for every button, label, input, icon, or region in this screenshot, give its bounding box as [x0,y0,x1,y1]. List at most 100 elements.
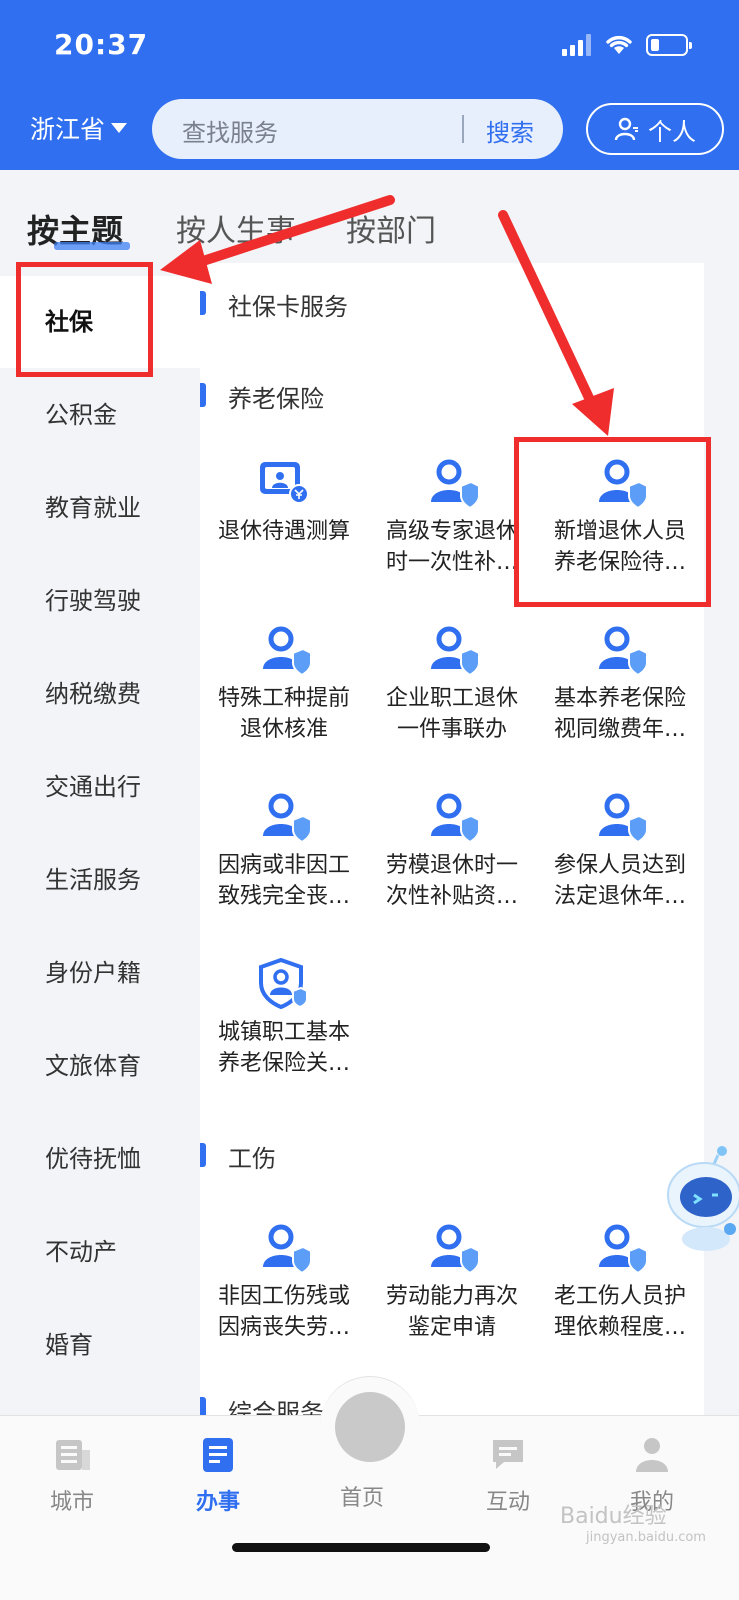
nav-item-home[interactable]: 首页 [312,1474,412,1512]
service-name-line2: 养老保险关… [217,1051,350,1076]
sidebar-item-veterans[interactable]: 优待抚恤 [0,1113,200,1205]
document-icon [203,1438,233,1472]
service-name-line2: 次性补贴资… [385,884,518,909]
service-name-line1: 企业职工退休 [385,686,518,711]
service-name-line1: 非因工伤残或 [217,1284,350,1309]
nav-item-interaction[interactable]: 互动 [458,1434,558,1516]
nav-item-city[interactable]: 城市 [22,1434,122,1516]
status-time: 20:37 [54,28,149,61]
person-shield-icon [431,1224,479,1275]
section-title-card-services[interactable]: 社保卡服务 [200,287,348,322]
sidebar-item-culture-sports[interactable]: 文旅体育 [0,1020,200,1112]
service-panel: 社保卡服务 养老保险 退休待遇测算 高级专家退休 时一次性补… 新增退休人员 养… [200,263,704,1415]
nav-label-city: 城市 [49,1490,94,1515]
service-senior-expert-subsidy[interactable]: 高级专家退休 时一次性补… [368,456,536,578]
section-title-comprehensive: 综合服务 [200,1393,324,1415]
person-shield-icon [263,1224,311,1275]
wifi-icon [606,35,632,54]
highlight-box-social-security [16,262,153,377]
service-enterprise-retirement[interactable]: 企业职工退休 一件事联办 [368,623,536,745]
sidebar-item-driving[interactable]: 行驶驾驶 [0,555,200,647]
calculator-icon [260,462,309,504]
active-tab-indicator [54,242,130,250]
service-name-line2: 退休核准 [239,717,328,742]
service-name-line2: 时一次性补… [385,550,518,575]
service-name-line2: 法定退休年… [553,884,686,909]
home-button-base [320,1376,420,1476]
service-name-line2: 一件事联办 [396,717,507,742]
sidebar-item-education[interactable]: 教育就业 [0,462,200,554]
nav-item-affairs[interactable]: 办事 [168,1434,268,1516]
service-statutory-retirement-age[interactable]: 参保人员达到 法定退休年… [536,790,704,912]
personal-button[interactable]: 个人 [586,103,724,155]
service-name-line1: 基本养老保险 [553,686,686,711]
section-title-work-injury: 工伤 [200,1139,276,1174]
caret-down-icon [111,123,128,133]
person-shield-icon [599,793,647,844]
service-urban-pension-transfer[interactable]: 城镇职工基本 养老保险关… [200,957,368,1079]
province-label: 浙江省 [30,115,106,144]
highlight-box-new-retiree [514,437,711,607]
sidebar: 社保 公积金 教育就业 行驶驾驶 纳税缴费 交通出行 生活服务 身份户籍 文旅体… [0,263,200,1415]
person-shield-icon [431,793,479,844]
service-name-line1: 城镇职工基本 [217,1020,350,1045]
service-work-capacity-reassessment[interactable]: 劳动能力再次 鉴定申请 [368,1221,536,1343]
service-name-line1: 劳动能力再次 [385,1284,518,1309]
chat-icon [493,1440,523,1469]
signal-icon [562,34,592,56]
sidebar-item-transport[interactable]: 交通出行 [0,741,200,833]
sidebar-item-housing-fund[interactable]: 公积金 [0,369,200,461]
home-logo-icon[interactable] [335,1392,405,1462]
sidebar-item-real-estate[interactable]: 不动产 [0,1206,200,1298]
user-switch-icon [614,117,638,141]
service-special-early-retirement[interactable]: 特殊工种提前 退休核准 [200,623,368,745]
service-name-line1: 老工伤人员护 [553,1284,686,1309]
app-header: 20:37 浙江省 查找服务 搜索 个人 [0,0,739,170]
nav-label-interaction: 互动 [485,1490,530,1515]
watermark-url: jingyan.baidu.com [586,1530,706,1545]
service-name-line2: 因病丧失劳… [217,1315,350,1340]
home-indicator [232,1543,490,1552]
search-button[interactable]: 搜索 [486,113,534,148]
service-name-line1: 因病或非因工 [217,853,350,878]
tab-by-department[interactable]: 按部门 [346,206,436,250]
person-shield-icon [599,1224,647,1275]
service-non-work-disability[interactable]: 非因工伤残或 因病丧失劳… [200,1221,368,1343]
service-name-line1: 高级专家退休 [385,519,518,544]
search-input[interactable]: 查找服务 [182,113,278,148]
service-name-line1: 劳模退休时一 [385,853,518,878]
service-name: 退休待遇测算 [217,519,350,544]
watermark: Baidu经验 [560,1504,667,1529]
personal-label: 个人 [648,117,696,146]
shield-person-icon [259,957,308,1010]
person-shield-icon [263,626,311,677]
service-deemed-contribution[interactable]: 基本养老保险 视同缴费年… [536,623,704,745]
section-title-pension: 养老保险 [200,379,324,414]
sidebar-item-life-services[interactable]: 生活服务 [0,834,200,926]
service-disability-retirement[interactable]: 因病或非因工 致残完全丧… [200,790,368,912]
nav-label-home: 首页 [339,1486,384,1511]
service-name-line2: 致残完全丧… [217,884,350,909]
person-shield-icon [431,459,479,510]
sidebar-item-marriage[interactable]: 婚育 [0,1299,200,1391]
person-shield-icon [431,626,479,677]
service-retirement-calculator[interactable]: 退休待遇测算 [200,456,368,547]
assistant-robot-icon[interactable] [660,1143,739,1255]
service-name-line2: 鉴定申请 [407,1315,496,1340]
category-tabs: 按主题 按人生事 按部门 [0,170,739,270]
battery-icon [646,34,692,56]
tab-by-life-event[interactable]: 按人生事 [176,206,296,250]
search-bar[interactable]: 查找服务 搜索 [152,99,563,159]
search-divider [462,115,464,143]
service-model-worker-subsidy[interactable]: 劳模退休时一 次性补贴资… [368,790,536,912]
person-shield-icon [263,793,311,844]
sidebar-item-household[interactable]: 身份户籍 [0,927,200,1019]
user-icon [636,1438,668,1472]
city-icon [56,1440,90,1470]
service-name-line1: 特殊工种提前 [217,686,350,711]
service-name-line1: 参保人员达到 [553,853,686,878]
sidebar-item-tax[interactable]: 纳税缴费 [0,648,200,740]
service-name-line2: 视同缴费年… [553,717,686,742]
province-selector[interactable]: 浙江省 [30,110,128,146]
service-name-line2: 理依赖程度… [553,1315,686,1340]
